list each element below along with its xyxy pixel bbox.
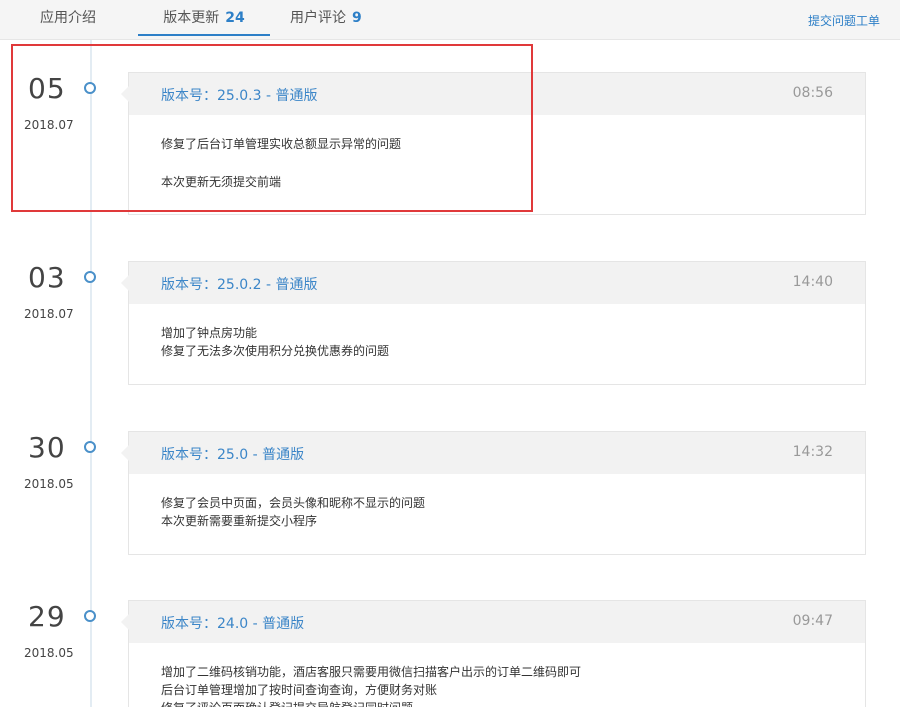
version-number[interactable]: 版本号：25.0 - 普通版 (161, 444, 304, 464)
release-note: 后台订单管理增加了按时间查询查询，方便财务对账 (161, 683, 438, 697)
entry-month: 2018.05 (24, 646, 74, 660)
release-note: 修复了无法多次使用积分兑换优惠券的问题 (161, 344, 390, 358)
version-card: 版本号：25.0 - 普通版 14:32 修复了会员中页面，会员头像和昵称不显示… (121, 431, 866, 555)
release-notes: 修复了会员中页面，会员头像和昵称不显示的问题 本次更新需要重新提交小程序 (129, 474, 865, 548)
update-time: 09:47 (792, 613, 833, 629)
highlight-annotation-box (11, 44, 533, 212)
submit-ticket-link[interactable]: 提交问题工单 (808, 12, 880, 29)
entry-day: 29 (28, 600, 66, 633)
version-card-header: 版本号：25.0 - 普通版 14:32 (121, 432, 865, 474)
update-time: 14:32 (792, 444, 833, 460)
tab-count: 24 (225, 10, 245, 26)
entry-day: 03 (28, 261, 66, 294)
release-notes: 增加了二维码核销功能，酒店客服只需要用微信扫描客户出示的订单二维码即可 后台订单… (129, 643, 865, 707)
timeline-dot-icon (84, 271, 96, 283)
tab-count: 9 (352, 10, 362, 26)
release-note: 修复了评论页面确认登记提交导航登记同时问题 (161, 699, 833, 707)
tab-label: 应用介绍 (40, 10, 96, 26)
release-note: 修复了会员中页面，会员头像和昵称不显示的问题 (161, 496, 426, 510)
version-card: 版本号：25.0.2 - 普通版 14:40 增加了钟点房功能 修复了无法多次使… (121, 261, 866, 385)
tab-version-updates[interactable]: 版本更新 24 (138, 8, 270, 36)
version-card-header: 版本号：24.0 - 普通版 09:47 (121, 601, 865, 643)
timeline-dot-icon (84, 610, 96, 622)
tab-label: 版本更新 (163, 10, 220, 26)
version-number[interactable]: 版本号：25.0.2 - 普通版 (161, 274, 317, 294)
timeline-dot-icon (84, 441, 96, 453)
version-card-header: 版本号：25.0.2 - 普通版 14:40 (121, 262, 865, 304)
release-notes: 增加了钟点房功能 修复了无法多次使用积分兑换优惠券的问题 (129, 304, 865, 378)
entry-day: 30 (28, 431, 66, 464)
release-note: 本次更新需要重新提交小程序 (161, 514, 318, 528)
entry-month: 2018.07 (24, 307, 74, 321)
release-note: 增加了钟点房功能 (161, 326, 258, 340)
entry-month: 2018.05 (24, 477, 74, 491)
release-note: 增加了二维码核销功能，酒店客服只需要用微信扫描客户出示的订单二维码即可 (161, 665, 582, 679)
update-time: 14:40 (792, 274, 833, 290)
version-card: 版本号：24.0 - 普通版 09:47 增加了二维码核销功能，酒店客服只需要用… (121, 600, 866, 707)
tab-app-intro[interactable]: 应用介绍 (40, 8, 96, 36)
tab-user-reviews[interactable]: 用户评论 9 (290, 8, 362, 36)
version-number[interactable]: 版本号：24.0 - 普通版 (161, 613, 304, 633)
update-time: 08:56 (792, 85, 833, 101)
tab-label: 用户评论 (290, 10, 346, 26)
tab-bar: 应用介绍 版本更新 24 用户评论 9 提交问题工单 (0, 0, 900, 40)
